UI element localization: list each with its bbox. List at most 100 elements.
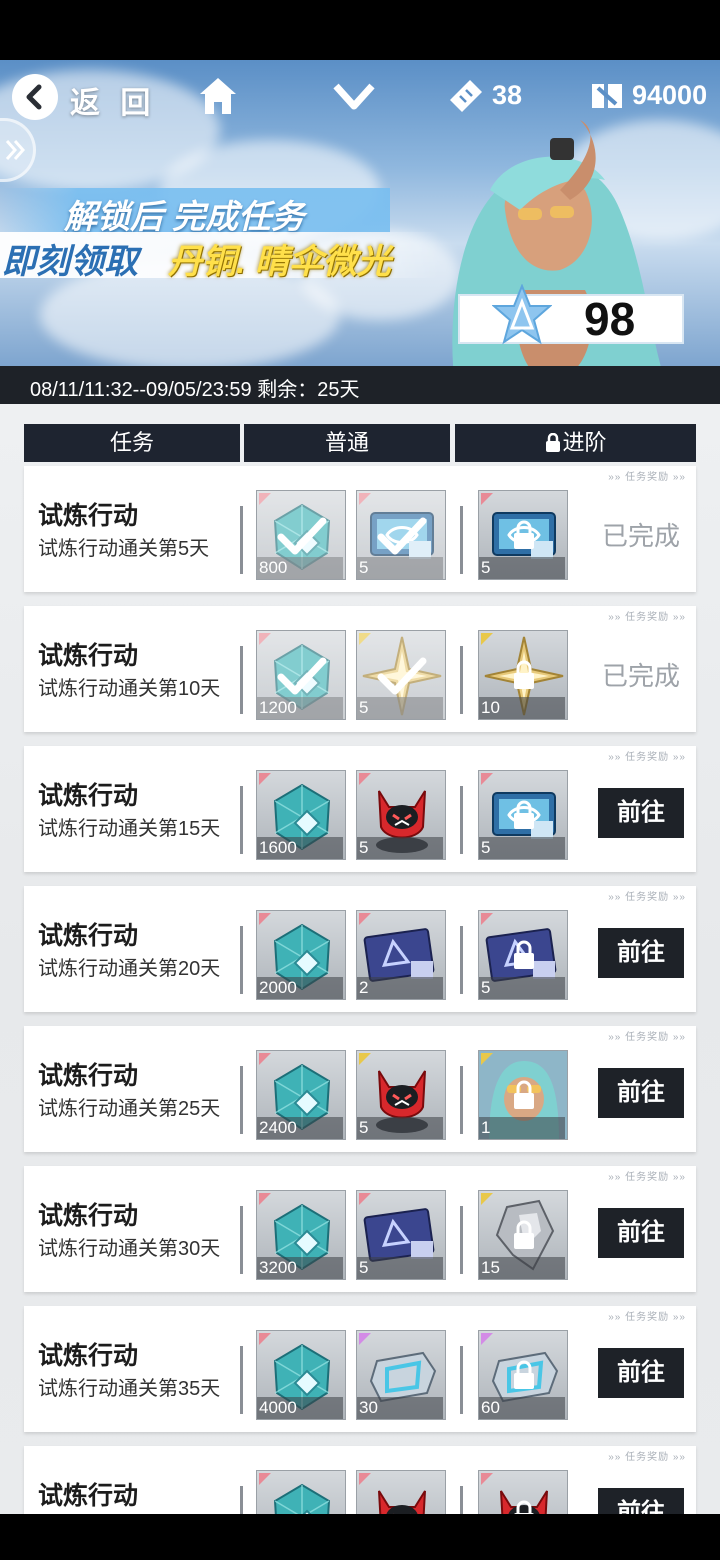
rarity-marker: [259, 913, 271, 925]
reward-count: 5: [357, 557, 443, 579]
currency-count: 94000: [632, 80, 708, 110]
task-description: 试炼行动通关第20天: [38, 958, 221, 980]
divider: [460, 1486, 463, 1514]
reward-item[interactable]: 5: [356, 1050, 446, 1140]
go-button[interactable]: 前往: [598, 1348, 684, 1398]
reward-item[interactable]: 3200: [256, 1190, 346, 1280]
home-icon[interactable]: [196, 74, 240, 118]
reward-count: 1600: [257, 837, 343, 859]
rarity-marker: [359, 633, 371, 645]
task-title: 试炼行动: [38, 1202, 139, 1230]
lock-icon: [546, 432, 561, 452]
reward-item[interactable]: 15: [478, 1190, 568, 1280]
go-button[interactable]: 前往: [598, 1488, 684, 1514]
chevron-left-icon: [26, 84, 42, 110]
double-chevron-icon: [5, 140, 26, 160]
task-row: »» 任务奖励 »» 试炼行动试炼行动通关第25天 2400 5 1 前往: [24, 1026, 696, 1152]
event-period-bar: 08/11/11:32--09/05/23:59 剩余：25天: [0, 366, 720, 404]
rarity-marker: [259, 633, 271, 645]
rarity-marker: [259, 493, 271, 505]
reward-count: 5: [479, 977, 565, 999]
reward-item[interactable]: [256, 1470, 346, 1514]
go-button[interactable]: 前往: [598, 1068, 684, 1118]
divider: [460, 1346, 463, 1414]
task-row: »» 任务奖励 »» 试炼行动 试炼行动通关第5天 800 5 5 已完成: [24, 466, 696, 592]
divider: [240, 646, 243, 714]
reward-item[interactable]: 2400: [256, 1050, 346, 1140]
task-row: »» 任务奖励 »» 试炼行动 试炼行动通关第15天 1600 5 5 前往: [24, 746, 696, 872]
back-button[interactable]: [12, 74, 58, 120]
reward-item[interactable]: 800: [256, 490, 346, 580]
reward-item[interactable]: 60: [478, 1330, 568, 1420]
reward-item[interactable]: [356, 1470, 446, 1514]
rarity-marker: [259, 773, 271, 785]
divider: [240, 1066, 243, 1134]
task-description: 试炼行动通关第15天: [38, 818, 221, 840]
chevron-down-icon[interactable]: [332, 76, 376, 116]
header-advanced: 进阶: [455, 424, 696, 462]
gold-star-icon: [362, 636, 442, 716]
reward-item[interactable]: 1200: [256, 630, 346, 720]
divider: [240, 1486, 243, 1514]
reward-count: 5: [357, 837, 443, 859]
reward-count: 30: [357, 1397, 443, 1419]
row-tag: »» 任务奖励 »»: [608, 892, 686, 903]
level-star-icon: [492, 284, 552, 345]
task-row: »» 任务奖励 »» 试炼行动 试炼行动通关第35天 4000 30 60 前往: [24, 1306, 696, 1432]
reward-item[interactable]: 5: [356, 630, 446, 720]
reward-count: 15: [479, 1257, 565, 1279]
reward-item[interactable]: 5: [478, 770, 568, 860]
reward-count: 5: [357, 1257, 443, 1279]
reward-item[interactable]: 2: [356, 910, 446, 1000]
promo-line-2: 即刻领取 丹铜. 晴伞微光: [0, 232, 440, 281]
reward-item[interactable]: 30: [356, 1330, 446, 1420]
row-tag: »» 任务奖励 »»: [608, 752, 686, 763]
reward-item[interactable]: 5: [478, 490, 568, 580]
status-bar: [0, 0, 720, 60]
task-title: 试炼行动: [38, 642, 139, 670]
rarity-marker: [481, 773, 493, 785]
currency-icon: [592, 84, 622, 108]
rarity-marker: [481, 1333, 493, 1345]
divider: [460, 1206, 463, 1274]
divider: [240, 506, 243, 574]
card-icon: [370, 512, 434, 559]
promo-reward-name: 丹铜. 晴伞微光: [168, 243, 391, 281]
go-button[interactable]: 前往: [598, 1208, 684, 1258]
task-title: 试炼行动: [38, 502, 139, 530]
reward-item[interactable]: 10: [478, 630, 568, 720]
task-description: 试炼行动通关第25天: [38, 1098, 221, 1120]
reward-item[interactable]: 5: [356, 1190, 446, 1280]
task-title: 试炼行动: [38, 922, 139, 950]
task-title: 试炼行动: [38, 1482, 139, 1510]
row-tag: »» 任务奖励 »»: [608, 1032, 686, 1043]
rarity-marker: [359, 1193, 371, 1205]
back-label[interactable]: 返 回: [70, 78, 156, 122]
task-title: 试炼行动: [38, 1342, 139, 1370]
reward-item[interactable]: 5: [478, 910, 568, 1000]
reward-count: 5: [357, 697, 443, 719]
header-advanced-label: 进阶: [562, 430, 607, 455]
reward-item[interactable]: 2000: [256, 910, 346, 1000]
reward-item[interactable]: 4000: [256, 1330, 346, 1420]
task-list[interactable]: 任务 普通 进阶 »» 任务奖励 »» 试炼行动 试炼行动通关第5天 800 5 5 已完成…: [0, 404, 720, 1514]
reward-item[interactable]: [478, 1470, 568, 1514]
reward-item[interactable]: 1600: [256, 770, 346, 860]
reward-item[interactable]: 5: [356, 490, 446, 580]
rarity-marker: [481, 493, 493, 505]
task-title: 试炼行动: [38, 1062, 139, 1090]
divider: [460, 1066, 463, 1134]
crystal-icon: [273, 503, 331, 571]
divider: [460, 506, 463, 574]
rarity-marker: [359, 1333, 371, 1345]
task-description: 试炼行动通关第10天: [38, 678, 221, 700]
rarity-marker: [359, 773, 371, 785]
rarity-marker: [359, 1053, 371, 1065]
reward-item[interactable]: 5: [356, 770, 446, 860]
go-button[interactable]: 前往: [598, 788, 684, 838]
row-tag: »» 任务奖励 »»: [608, 1452, 686, 1463]
go-button[interactable]: 前往: [598, 928, 684, 978]
crystal-icon: [273, 643, 331, 711]
task-description: 试炼行动通关第30天: [38, 1238, 221, 1260]
reward-item[interactable]: 1: [478, 1050, 568, 1140]
